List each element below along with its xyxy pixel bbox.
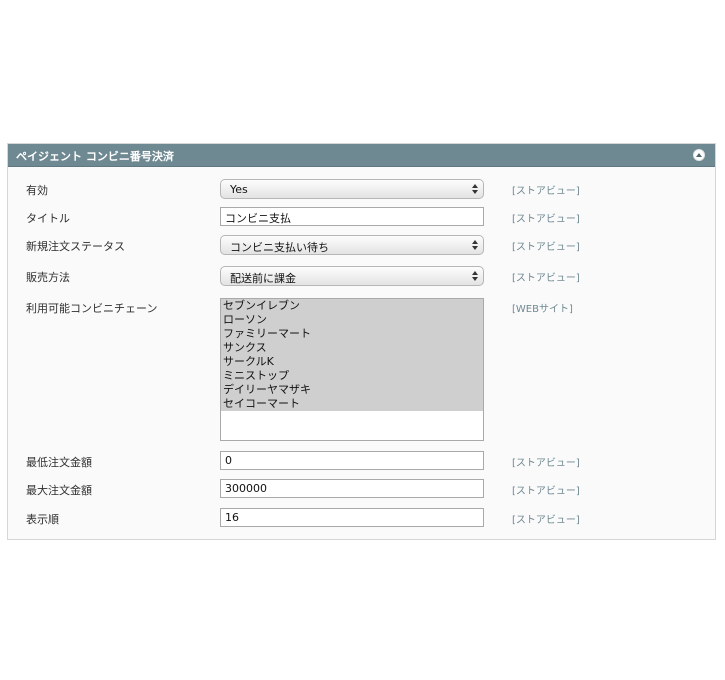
chain-option[interactable]: サンクス xyxy=(221,341,483,355)
chain-option[interactable]: ミニストップ xyxy=(221,369,483,383)
sales-method-scope: [ストアビュー] xyxy=(512,273,580,284)
sales-method-label: 販売方法 xyxy=(26,271,70,284)
sales-method-select[interactable]: 配送前に課金 xyxy=(220,266,484,286)
chain-option[interactable]: デイリーヤマザキ xyxy=(221,383,483,397)
title-scope: [ストアビュー] xyxy=(512,214,580,225)
enabled-label: 有効 xyxy=(26,184,48,197)
chain-option[interactable]: サークルK xyxy=(221,355,483,369)
enabled-scope: [ストアビュー] xyxy=(512,186,580,197)
select-arrows-icon xyxy=(472,240,478,250)
order-status-scope: [ストアビュー] xyxy=(512,242,580,253)
panel-title: ペイジェント コンビニ番号決済 xyxy=(16,150,174,163)
chains-label: 利用可能コンビニチェーン xyxy=(26,302,158,315)
chain-option[interactable]: セイコーマート xyxy=(221,397,483,411)
select-arrows-icon xyxy=(472,271,478,281)
enabled-select-value: Yes xyxy=(230,183,248,196)
sort-order-scope: [ストアビュー] xyxy=(512,515,580,526)
chains-scope: [WEBサイト] xyxy=(512,304,573,315)
sort-order-label: 表示順 xyxy=(26,513,59,526)
chain-option[interactable]: ファミリーマート xyxy=(221,327,483,341)
collapse-up-icon[interactable] xyxy=(693,149,705,161)
config-panel: ペイジェント コンビニ番号決済 有効 Yes [ストアビュー] タイトル コンビ… xyxy=(7,143,716,540)
sort-order-input[interactable]: 16 xyxy=(220,508,484,527)
order-status-select-value: コンビニ支払い待ち xyxy=(230,241,329,254)
chains-multiselect[interactable]: セブンイレブン ローソン ファミリーマート サンクス サークルK ミニストップ … xyxy=(220,298,484,441)
enabled-select[interactable]: Yes xyxy=(220,179,484,199)
title-label: タイトル xyxy=(26,212,70,225)
max-total-scope: [ストアビュー] xyxy=(512,486,580,497)
panel-header[interactable]: ペイジェント コンビニ番号決済 xyxy=(8,144,715,167)
max-total-input[interactable]: 300000 xyxy=(220,479,484,498)
title-input[interactable]: コンビニ支払 xyxy=(220,207,484,226)
min-total-label: 最低注文金額 xyxy=(26,456,92,469)
chain-option[interactable]: ローソン xyxy=(221,313,483,327)
order-status-label: 新規注文ステータス xyxy=(26,240,125,253)
min-total-scope: [ストアビュー] xyxy=(512,458,580,469)
select-arrows-icon xyxy=(472,184,478,194)
sales-method-select-value: 配送前に課金 xyxy=(230,272,296,285)
chain-option[interactable]: セブンイレブン xyxy=(221,299,483,313)
min-total-input[interactable]: 0 xyxy=(220,451,484,470)
order-status-select[interactable]: コンビニ支払い待ち xyxy=(220,235,484,255)
max-total-label: 最大注文金額 xyxy=(26,484,92,497)
